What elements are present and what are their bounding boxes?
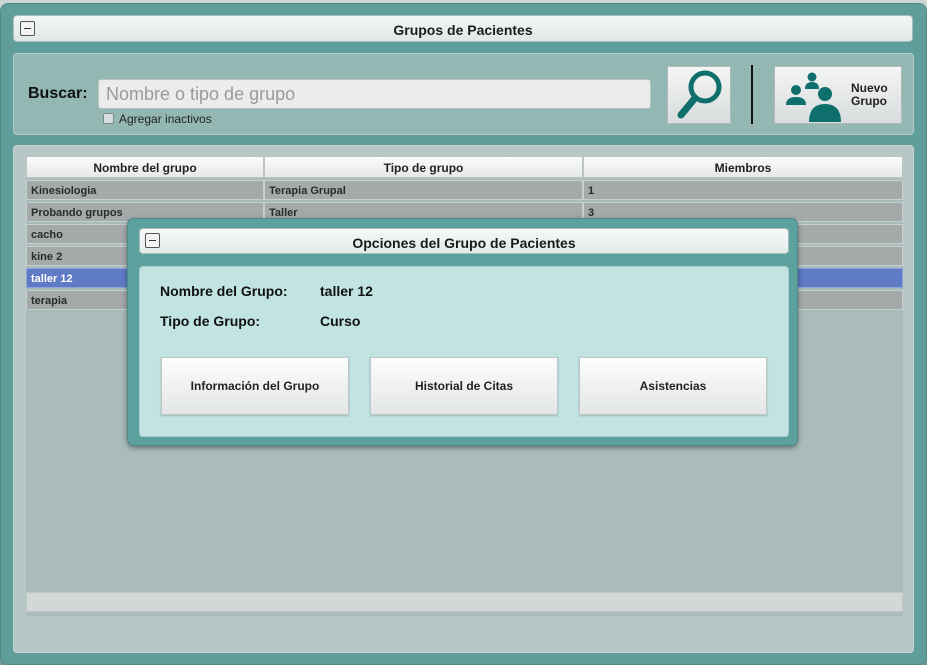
table-row[interactable]: Kinesiologia Terapia Grupal 1 xyxy=(26,180,903,200)
group-type-value: Curso xyxy=(320,313,361,329)
search-panel: Buscar: Agregar inactivos Nuevo xyxy=(13,53,914,135)
search-button[interactable] xyxy=(667,66,731,124)
group-users-icon xyxy=(786,72,841,122)
column-header-members[interactable]: Miembros xyxy=(583,156,903,178)
horizontal-scrollbar[interactable] xyxy=(26,592,903,612)
table-header: Nombre del grupo Tipo de grupo Miembros xyxy=(26,156,903,178)
window-title: Grupos de Pacientes xyxy=(393,22,533,38)
dialog-body: Nombre del Grupo: taller 12 Tipo de Grup… xyxy=(139,266,789,437)
column-header-type[interactable]: Tipo de grupo xyxy=(264,156,583,178)
search-input[interactable] xyxy=(98,79,651,109)
new-group-button[interactable]: Nuevo Grupo xyxy=(774,66,902,124)
group-name-value: taller 12 xyxy=(320,283,373,299)
attendance-button[interactable]: Asistencias xyxy=(579,357,767,415)
group-info-button[interactable]: Información del Grupo xyxy=(161,357,349,415)
column-header-name[interactable]: Nombre del grupo xyxy=(26,156,264,178)
appointment-history-button[interactable]: Historial de Citas xyxy=(370,357,558,415)
search-label: Buscar: xyxy=(28,85,88,102)
new-group-label: Nuevo Grupo xyxy=(851,81,888,108)
include-inactive-checkbox[interactable] xyxy=(103,112,114,124)
dialog-title: Opciones del Grupo de Pacientes xyxy=(352,235,576,251)
window-titlebar: Grupos de Pacientes xyxy=(13,15,913,42)
group-members-cell: 1 xyxy=(583,180,903,200)
include-inactive-label: Agregar inactivos xyxy=(119,112,212,126)
group-name-label: Nombre del Grupo: xyxy=(160,283,288,299)
group-type-label: Tipo de Grupo: xyxy=(160,313,261,329)
group-name-cell: Kinesiologia xyxy=(26,180,264,200)
dialog-titlebar: Opciones del Grupo de Pacientes xyxy=(139,228,789,254)
group-type-cell: Terapia Grupal xyxy=(264,180,583,200)
toolbar-separator xyxy=(751,65,753,124)
include-inactive-option[interactable]: Agregar inactivos xyxy=(103,112,212,126)
magnifier-icon xyxy=(677,70,722,119)
group-options-dialog: Opciones del Grupo de Pacientes Nombre d… xyxy=(127,218,798,446)
